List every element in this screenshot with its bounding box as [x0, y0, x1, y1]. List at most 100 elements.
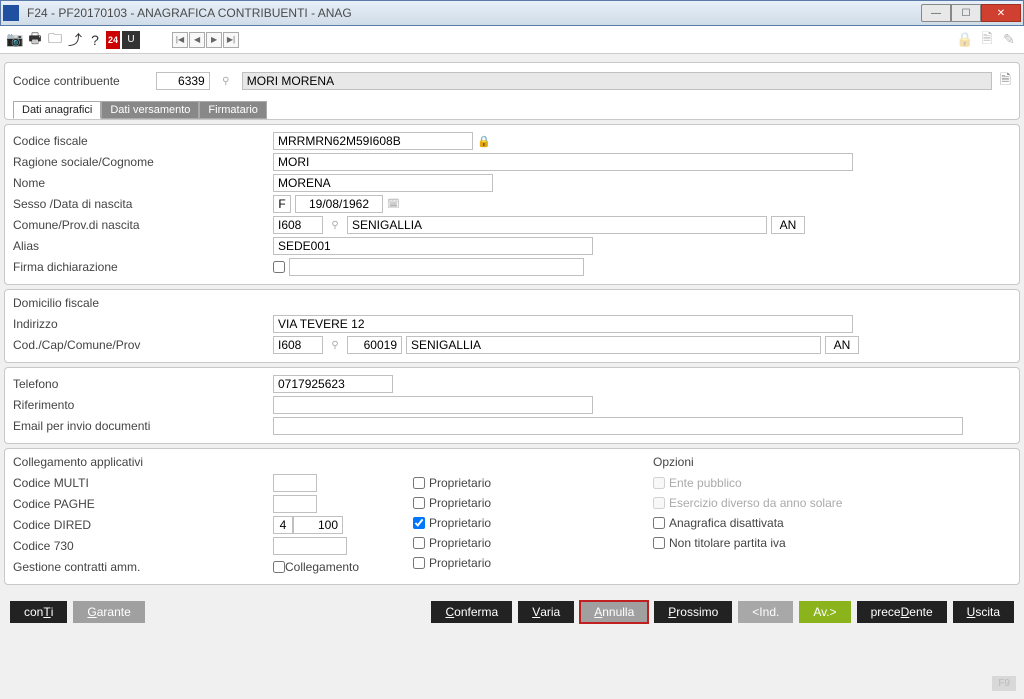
collegamento-checkbox[interactable] — [273, 561, 285, 573]
esercizio-diverso-label: Esercizio diverso da anno solare — [669, 496, 842, 510]
uscita-button[interactable]: Uscita — [953, 601, 1014, 623]
tab-dati-versamento[interactable]: Dati versamento — [101, 101, 199, 119]
data-nascita-input[interactable] — [295, 195, 383, 213]
window-maximize-button[interactable]: ☐ — [951, 4, 981, 22]
comune-input[interactable] — [406, 336, 821, 354]
sesso-input[interactable] — [273, 195, 291, 213]
prossimo-button[interactable]: Prossimo — [654, 601, 732, 623]
email-input[interactable] — [273, 417, 963, 435]
anagrafica-disattivata-checkbox[interactable] — [653, 517, 665, 529]
conferma-button[interactable]: Conferma — [431, 601, 512, 623]
window-titlebar: F24 - PF20170103 - ANAGRAFICA CONTRIBUEN… — [0, 0, 1024, 26]
search-icon[interactable]: ⚲ — [327, 337, 343, 353]
codice-contribuente-input[interactable] — [156, 72, 210, 90]
sesso-data-label: Sesso /Data di nascita — [13, 197, 273, 211]
opzioni-title: Opzioni — [653, 455, 1011, 469]
window-close-button[interactable]: ✕ — [981, 4, 1021, 22]
annulla-button[interactable]: Annulla — [580, 601, 648, 623]
conti-button[interactable]: conTi — [10, 601, 67, 623]
comune-nascita-label: Comune/Prov.di nascita — [13, 218, 273, 232]
folder-icon[interactable]: 🗀 — [46, 31, 64, 49]
telefono-input[interactable] — [273, 375, 393, 393]
non-titolare-checkbox[interactable] — [653, 537, 665, 549]
camera-icon[interactable]: 📷 — [6, 31, 24, 49]
prop-label-3: Proprietario — [429, 516, 491, 530]
codice-multi-label: Codice MULTI — [13, 476, 273, 490]
lock-icon: 🔒 — [956, 31, 974, 49]
codice-multi-input[interactable] — [273, 474, 317, 492]
search-icon[interactable]: ⚲ — [218, 73, 234, 89]
ragione-sociale-label: Ragione sociale/Cognome — [13, 155, 273, 169]
search-icon[interactable]: ⚲ — [327, 217, 343, 233]
firma-checkbox[interactable] — [273, 261, 285, 273]
toolbar: 📷 🖶 🗀 ⤴ ? 24 U |◀ ◀ ▶ ▶| 🔒 🗎 ✎ — [0, 26, 1024, 54]
nav-first-button[interactable]: |◀ — [172, 32, 188, 48]
codice-dired-label: Codice DIRED — [13, 518, 273, 532]
alias-input[interactable] — [273, 237, 593, 255]
codice-paghe-input[interactable] — [273, 495, 317, 513]
prop-label-4: Proprietario — [429, 536, 491, 550]
sole24ore-icon[interactable]: 24 — [106, 31, 120, 49]
page-icon: 🗎 — [978, 31, 996, 49]
collegamento-chk-label: Collegamento — [285, 560, 359, 574]
cod-cap-label: Cod./Cap/Comune/Prov — [13, 338, 273, 352]
tab-firmatario[interactable]: Firmatario — [199, 101, 267, 119]
dired1-input[interactable] — [273, 516, 293, 534]
codice-fiscale-label: Codice fiscale — [13, 134, 273, 148]
calendar-icon[interactable]: 🗓 — [387, 199, 400, 210]
indirizzo-input[interactable] — [273, 315, 853, 333]
tab-dati-anagrafici[interactable]: Dati anagrafici — [13, 101, 101, 119]
nav-prev-button[interactable]: ◀ — [189, 32, 205, 48]
nome-input[interactable] — [273, 174, 493, 192]
nav-last-button[interactable]: ▶| — [223, 32, 239, 48]
prop-gest-checkbox[interactable] — [413, 557, 425, 569]
f9-hint: F9 — [992, 676, 1016, 691]
app-icon — [3, 5, 19, 21]
anagrafica-disattivata-label: Anagrafica disattivata — [669, 516, 784, 530]
prov-input[interactable] — [825, 336, 859, 354]
firma-label: Firma dichiarazione — [13, 260, 273, 274]
indietro-button[interactable]: <Ind. — [738, 601, 793, 623]
nav-next-button[interactable]: ▶ — [206, 32, 222, 48]
prop-dired-checkbox[interactable] — [413, 517, 425, 529]
edit-icon: ✎ — [1000, 31, 1018, 49]
prop-multi-checkbox[interactable] — [413, 477, 425, 489]
comune-nascita-input[interactable] — [347, 216, 767, 234]
prop-label-1: Proprietario — [429, 476, 491, 490]
help-icon[interactable]: ? — [86, 31, 104, 49]
print-icon[interactable]: 🖶 — [26, 31, 44, 49]
prop-paghe-checkbox[interactable] — [413, 497, 425, 509]
upload-icon[interactable]: ⤴ — [66, 31, 84, 49]
prop-730-checkbox[interactable] — [413, 537, 425, 549]
email-label: Email per invio documenti — [13, 419, 273, 433]
firma-input[interactable] — [289, 258, 584, 276]
ente-pubblico-label: Ente pubblico — [669, 476, 742, 490]
avanti-button[interactable]: Av.> — [799, 601, 850, 623]
riferimento-label: Riferimento — [13, 398, 273, 412]
codice-730-input[interactable] — [273, 537, 347, 555]
collegamento-title: Collegamento applicativi — [13, 455, 393, 469]
cognome-input[interactable] — [273, 153, 853, 171]
omnia-icon[interactable]: U — [122, 31, 140, 49]
footer: conTi Garante Conferma Varia Annulla Pro… — [0, 597, 1024, 627]
garante-button[interactable]: Garante — [73, 601, 144, 623]
lock-icon: 🔒 — [477, 135, 491, 148]
esercizio-diverso-checkbox — [653, 497, 665, 509]
dired2-input[interactable] — [293, 516, 343, 534]
non-titolare-label: Non titolare partita iva — [669, 536, 786, 550]
varia-button[interactable]: Varia — [518, 601, 574, 623]
codice-paghe-label: Codice PAGHE — [13, 497, 273, 511]
codice-fiscale-input[interactable] — [273, 132, 473, 150]
prop-label-2: Proprietario — [429, 496, 491, 510]
belfiore-input[interactable] — [273, 336, 323, 354]
precedente-button[interactable]: preceDente — [857, 601, 947, 623]
telefono-label: Telefono — [13, 377, 273, 391]
gestione-contratti-label: Gestione contratti amm. — [13, 560, 273, 574]
riferimento-input[interactable] — [273, 396, 593, 414]
document-icon[interactable]: 🗎 — [1000, 69, 1011, 93]
prov-nascita-input[interactable] — [771, 216, 805, 234]
belfiore-nascita-input[interactable] — [273, 216, 323, 234]
cap-input[interactable] — [347, 336, 402, 354]
tabs: Dati anagrafici Dati versamento Firmatar… — [13, 101, 1011, 119]
window-minimize-button[interactable]: — — [921, 4, 951, 22]
